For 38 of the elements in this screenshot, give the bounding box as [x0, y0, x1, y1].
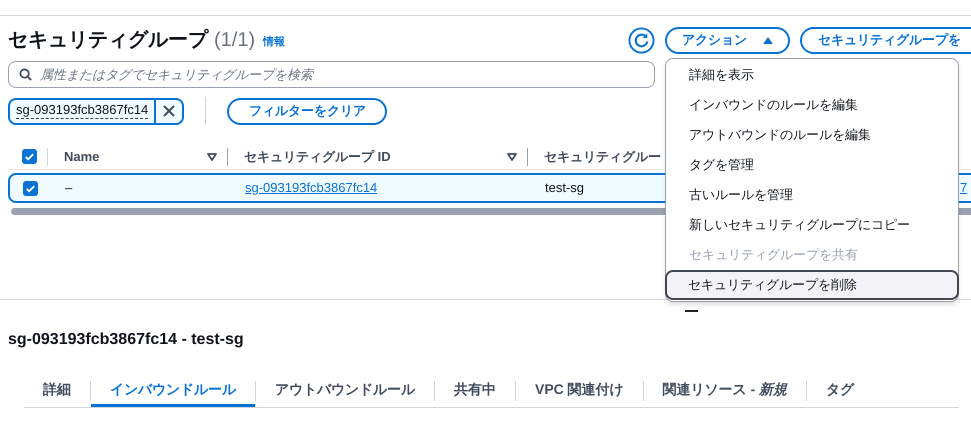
search-icon: [19, 68, 32, 81]
menu-item[interactable]: 新しいセキュリティグループにコピー: [666, 210, 958, 240]
tab[interactable]: インバウンドルール: [91, 374, 255, 407]
info-link[interactable]: 情報: [263, 34, 286, 50]
table-cell: test-sg: [545, 180, 584, 195]
checkbox[interactable]: [23, 180, 38, 196]
tab[interactable]: アウトバウンドルール: [256, 374, 434, 407]
tab[interactable]: タグ: [807, 374, 874, 407]
table-cell: –: [65, 180, 72, 195]
tab[interactable]: VPC 関連付け: [516, 374, 643, 407]
filter-token-text: sg-093193fcb3867fc14: [15, 101, 150, 121]
create-button[interactable]: セキュリティグループを: [800, 26, 971, 54]
menu-item[interactable]: 詳細を表示: [666, 60, 958, 90]
column-header: セキュリティグルー: [543, 148, 661, 166]
tab[interactable]: 関連リソース - 新規: [644, 374, 806, 407]
table-link[interactable]: 7: [960, 178, 968, 198]
check-icon: [24, 151, 35, 162]
search-input[interactable]: 属性またはタグでセキュリティグループを検索: [40, 64, 644, 84]
tab[interactable]: 共有中: [435, 374, 515, 407]
column-header: セキュリティグループ ID: [243, 148, 392, 166]
tab[interactable]: 詳細: [24, 374, 90, 407]
resize-handle-icon[interactable]: [685, 310, 698, 313]
refresh-icon[interactable]: [628, 26, 655, 54]
group-id-link[interactable]: sg-093193fcb3867fc14: [245, 180, 378, 195]
menu-item[interactable]: アウトバウンドのルールを編集: [666, 120, 958, 150]
group-count: (1/1): [214, 28, 256, 53]
detail-title: sg-093193fcb3867fc14 - test-sg: [7, 330, 245, 350]
column-header: Name: [63, 148, 100, 166]
actions-button[interactable]: アクション: [665, 26, 790, 54]
menu-item[interactable]: インバウンドのルールを編集: [666, 90, 958, 120]
search-field[interactable]: 属性またはタグでセキュリティグループを検索: [8, 61, 655, 88]
page-title: セキュリティグループ: [8, 28, 208, 53]
menu-item[interactable]: セキュリティグループを削除: [665, 270, 959, 300]
caret-icon: [763, 36, 773, 44]
sort-icon[interactable]: [207, 152, 217, 160]
sort-icon[interactable]: [507, 152, 517, 160]
clear-filters-button[interactable]: フィルターをクリア: [227, 98, 388, 124]
checkbox[interactable]: [22, 149, 37, 164]
